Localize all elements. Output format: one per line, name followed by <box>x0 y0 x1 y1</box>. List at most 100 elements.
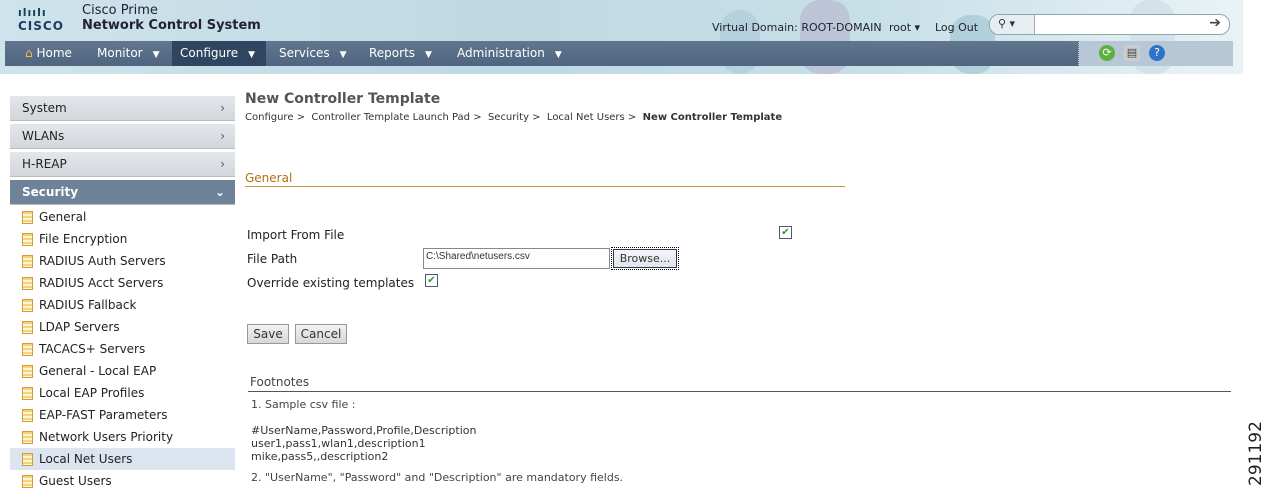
sidebar-item[interactable]: General - Local EAP <box>10 360 235 382</box>
main-nav: ⌂ Home Monitor ▼ Configure ▼ Services ▼ Rep… <box>5 41 1233 66</box>
override-templates-checkbox[interactable]: ✔ <box>425 274 438 287</box>
caret-down-icon: ▼ <box>152 50 160 60</box>
sidebar-category-wlans[interactable]: WLANs › <box>10 124 235 149</box>
template-doc-icon <box>22 409 33 422</box>
category-label: WLANs <box>22 129 65 143</box>
search-scope-button[interactable]: ⚲ ▾ <box>990 15 1035 34</box>
caret-down-icon: ▼ <box>248 50 256 60</box>
refresh-icon[interactable]: ⟳ <box>1099 45 1115 61</box>
breadcrumb-local-net-users[interactable]: Local Net Users > <box>547 112 636 123</box>
sidebar-item[interactable]: LDAP Servers <box>10 316 235 338</box>
nav-label: Home <box>36 46 72 60</box>
template-doc-icon <box>22 277 33 290</box>
csv-line: #UserName,Password,Profile,Description <box>251 424 477 437</box>
search-go-icon[interactable]: ➔ <box>1209 15 1221 31</box>
template-doc-icon <box>22 387 33 400</box>
nav-label: Monitor <box>97 46 143 60</box>
import-from-file-checkbox[interactable]: ✔ <box>779 226 792 239</box>
sidebar-category-security[interactable]: Security ⌄ <box>10 180 235 205</box>
csv-line: user1,pass1,wlan1,description1 <box>251 437 426 450</box>
breadcrumb: Configure > Controller Template Launch P… <box>245 112 782 123</box>
nav-services[interactable]: Services ▼ <box>271 41 355 66</box>
sidebar-category-system[interactable]: System › <box>10 96 235 121</box>
template-doc-icon <box>22 431 33 444</box>
chevron-down-icon: ⌄ <box>214 185 225 199</box>
nav-reports[interactable]: Reports ▼ <box>361 41 440 66</box>
chevron-right-icon: › <box>220 129 225 143</box>
category-label: System <box>22 101 67 115</box>
nav-home[interactable]: ⌂ Home <box>17 41 80 66</box>
user-menu[interactable]: root ▾ <box>889 21 920 34</box>
nav-monitor[interactable]: Monitor ▼ <box>89 41 168 66</box>
override-templates-label: Override existing templates <box>247 276 415 290</box>
browse-button[interactable]: Browse... <box>611 247 679 270</box>
csv-line: mike,pass5,,description2 <box>251 450 389 463</box>
logout-link[interactable]: Log Out <box>935 21 978 34</box>
caret-down-icon: ▼ <box>425 50 432 60</box>
logo-bars: ılıılı <box>18 6 47 19</box>
sidebar-item[interactable]: Local EAP Profiles <box>10 382 235 404</box>
section-divider <box>245 186 845 187</box>
import-from-file-label: Import From File <box>247 228 345 242</box>
section-general-heading: General <box>245 171 293 185</box>
nav-label: Administration <box>457 46 545 60</box>
caret-down-icon: ▼ <box>339 50 347 60</box>
chevron-right-icon: › <box>220 157 225 171</box>
sidebar-item[interactable]: File Encryption <box>10 228 235 250</box>
print-icon[interactable]: ▤ <box>1124 45 1140 61</box>
logo-word: CISCO <box>18 19 64 33</box>
sidebar-item-label: RADIUS Fallback <box>39 298 137 312</box>
template-doc-icon <box>22 343 33 356</box>
sidebar-item[interactable]: RADIUS Fallback <box>10 294 235 316</box>
breadcrumb-launch-pad[interactable]: Controller Template Launch Pad > <box>311 112 481 123</box>
sidebar-item[interactable]: RADIUS Acct Servers <box>10 272 235 294</box>
sidebar-item[interactable]: EAP-FAST Parameters <box>10 404 235 426</box>
sidebar-item[interactable]: General <box>10 206 235 228</box>
sidebar-item[interactable]: TACACS+ Servers <box>10 338 235 360</box>
template-doc-icon <box>22 299 33 312</box>
sidebar-item-label: LDAP Servers <box>39 320 120 334</box>
sidebar-category-hreap[interactable]: H-REAP › <box>10 152 235 177</box>
sidebar-item-label: Local EAP Profiles <box>39 386 145 400</box>
template-doc-icon <box>22 211 33 224</box>
sidebar-item-label: EAP-FAST Parameters <box>39 408 168 422</box>
product-line1: Cisco Prime <box>82 3 158 18</box>
nav-label: Services <box>279 46 330 60</box>
product-title: Network Control System <box>82 18 261 33</box>
nav-administration[interactable]: Administration ▼ <box>449 41 570 66</box>
template-doc-icon <box>22 255 33 268</box>
template-doc-icon <box>22 453 33 466</box>
footnotes-heading: Footnotes <box>250 375 310 389</box>
sidebar-item[interactable]: RADIUS Auth Servers <box>10 250 235 272</box>
file-path-label: File Path <box>247 252 298 266</box>
breadcrumb-current: New Controller Template <box>642 112 783 123</box>
template-doc-icon <box>22 233 33 246</box>
breadcrumb-security[interactable]: Security > <box>488 112 541 123</box>
sidebar-item-label: Network Users Priority <box>39 430 174 444</box>
sidebar-item-label: File Encryption <box>39 232 128 246</box>
save-button[interactable]: Save <box>247 324 289 344</box>
file-path-input[interactable]: C:\Shared\netusers.csv <box>423 248 610 269</box>
category-label: H-REAP <box>22 157 67 171</box>
nav-label: Reports <box>369 46 416 60</box>
cancel-button[interactable]: Cancel <box>295 324 347 344</box>
search-box[interactable]: ⚲ ▾ ➔ <box>989 14 1230 35</box>
sidebar-item[interactable]: Guest Users <box>10 470 235 492</box>
category-label: Security <box>22 185 79 199</box>
help-icon[interactable]: ? <box>1149 45 1165 61</box>
footnote-2: 2. "UserName", "Password" and "Descripti… <box>251 471 624 484</box>
footnote-1: 1. Sample csv file : <box>251 398 356 411</box>
breadcrumb-configure[interactable]: Configure > <box>245 112 305 123</box>
sidebar-item[interactable]: Local Net Users <box>10 448 235 470</box>
nav-configure[interactable]: Configure ▼ <box>172 41 266 66</box>
template-doc-icon <box>22 321 33 334</box>
page-title: New Controller Template <box>245 91 441 107</box>
sidebar-item-label: RADIUS Acct Servers <box>39 276 164 290</box>
footnotes-divider <box>248 391 1231 392</box>
sidebar-item-label: TACACS+ Servers <box>39 342 146 356</box>
sidebar-item[interactable]: Network Users Priority <box>10 426 235 448</box>
chevron-right-icon: › <box>220 101 225 115</box>
template-doc-icon <box>22 475 33 488</box>
sidebar-item-label: Guest Users <box>39 474 112 488</box>
nav-toolbar: ⟳ ▤ ? <box>1078 41 1233 66</box>
